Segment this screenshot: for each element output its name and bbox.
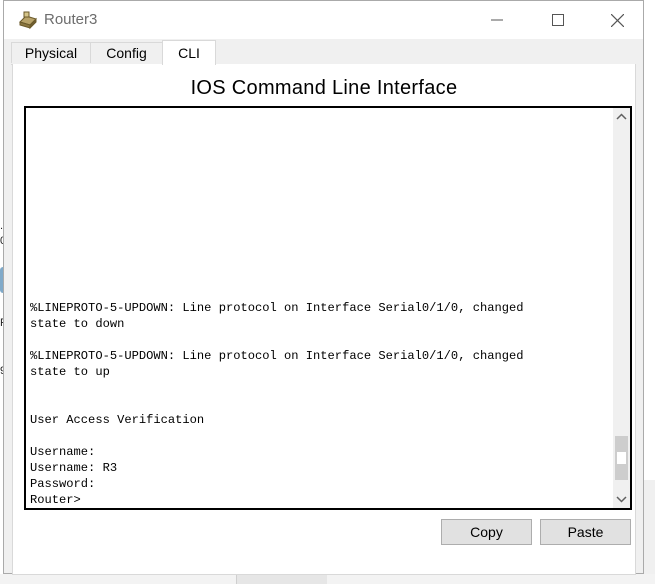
background-taskbar (0, 574, 655, 584)
background-panel (644, 480, 655, 574)
tab-config[interactable]: Config (90, 42, 163, 63)
maximize-icon (552, 14, 564, 26)
chevron-up-icon (616, 113, 627, 120)
chevron-down-icon (616, 496, 627, 503)
terminal-line: Password: (30, 477, 96, 491)
cli-terminal[interactable]: %LINEPROTO-5-UPDOWN: Line protocol on In… (24, 106, 632, 510)
scroll-down-button[interactable] (613, 491, 630, 508)
page-title: IOS Command Line Interface (190, 77, 458, 99)
window-title: Router3 (44, 11, 98, 28)
terminal-output[interactable]: %LINEPROTO-5-UPDOWN: Line protocol on In… (30, 300, 608, 508)
terminal-line: Router> (30, 493, 81, 507)
terminal-line: Username: R3 (30, 461, 118, 475)
scroll-up-button[interactable] (613, 108, 630, 125)
close-button[interactable] (594, 5, 640, 35)
router-icon (18, 10, 38, 30)
scroll-thumb[interactable] (615, 436, 628, 480)
terminal-scrollbar[interactable] (613, 108, 630, 508)
title-bar[interactable]: Router3 (4, 1, 643, 39)
terminal-line: state to down (30, 317, 125, 331)
minimize-icon (491, 19, 503, 21)
terminal-line: %LINEPROTO-5-UPDOWN: Line protocol on In… (30, 301, 524, 315)
paste-button[interactable]: Paste (540, 519, 631, 545)
minimize-button[interactable] (474, 5, 520, 35)
terminal-line: User Access Verification (30, 413, 205, 427)
tab-bar: Physical Config CLI (11, 40, 635, 65)
terminal-line: state to up (30, 365, 110, 379)
router-window: Router3 Physical Config CLI IOS Command … (3, 0, 644, 575)
tab-cli[interactable]: CLI (162, 40, 216, 65)
maximize-button[interactable] (535, 5, 581, 35)
cli-panel: IOS Command Line Interface %LINEPROTO-5-… (12, 64, 636, 575)
close-icon (610, 13, 624, 27)
tab-physical[interactable]: Physical (11, 42, 91, 63)
copy-button[interactable]: Copy (441, 519, 532, 545)
terminal-line: Username: (30, 445, 96, 459)
terminal-line: %LINEPROTO-5-UPDOWN: Line protocol on In… (30, 349, 524, 363)
